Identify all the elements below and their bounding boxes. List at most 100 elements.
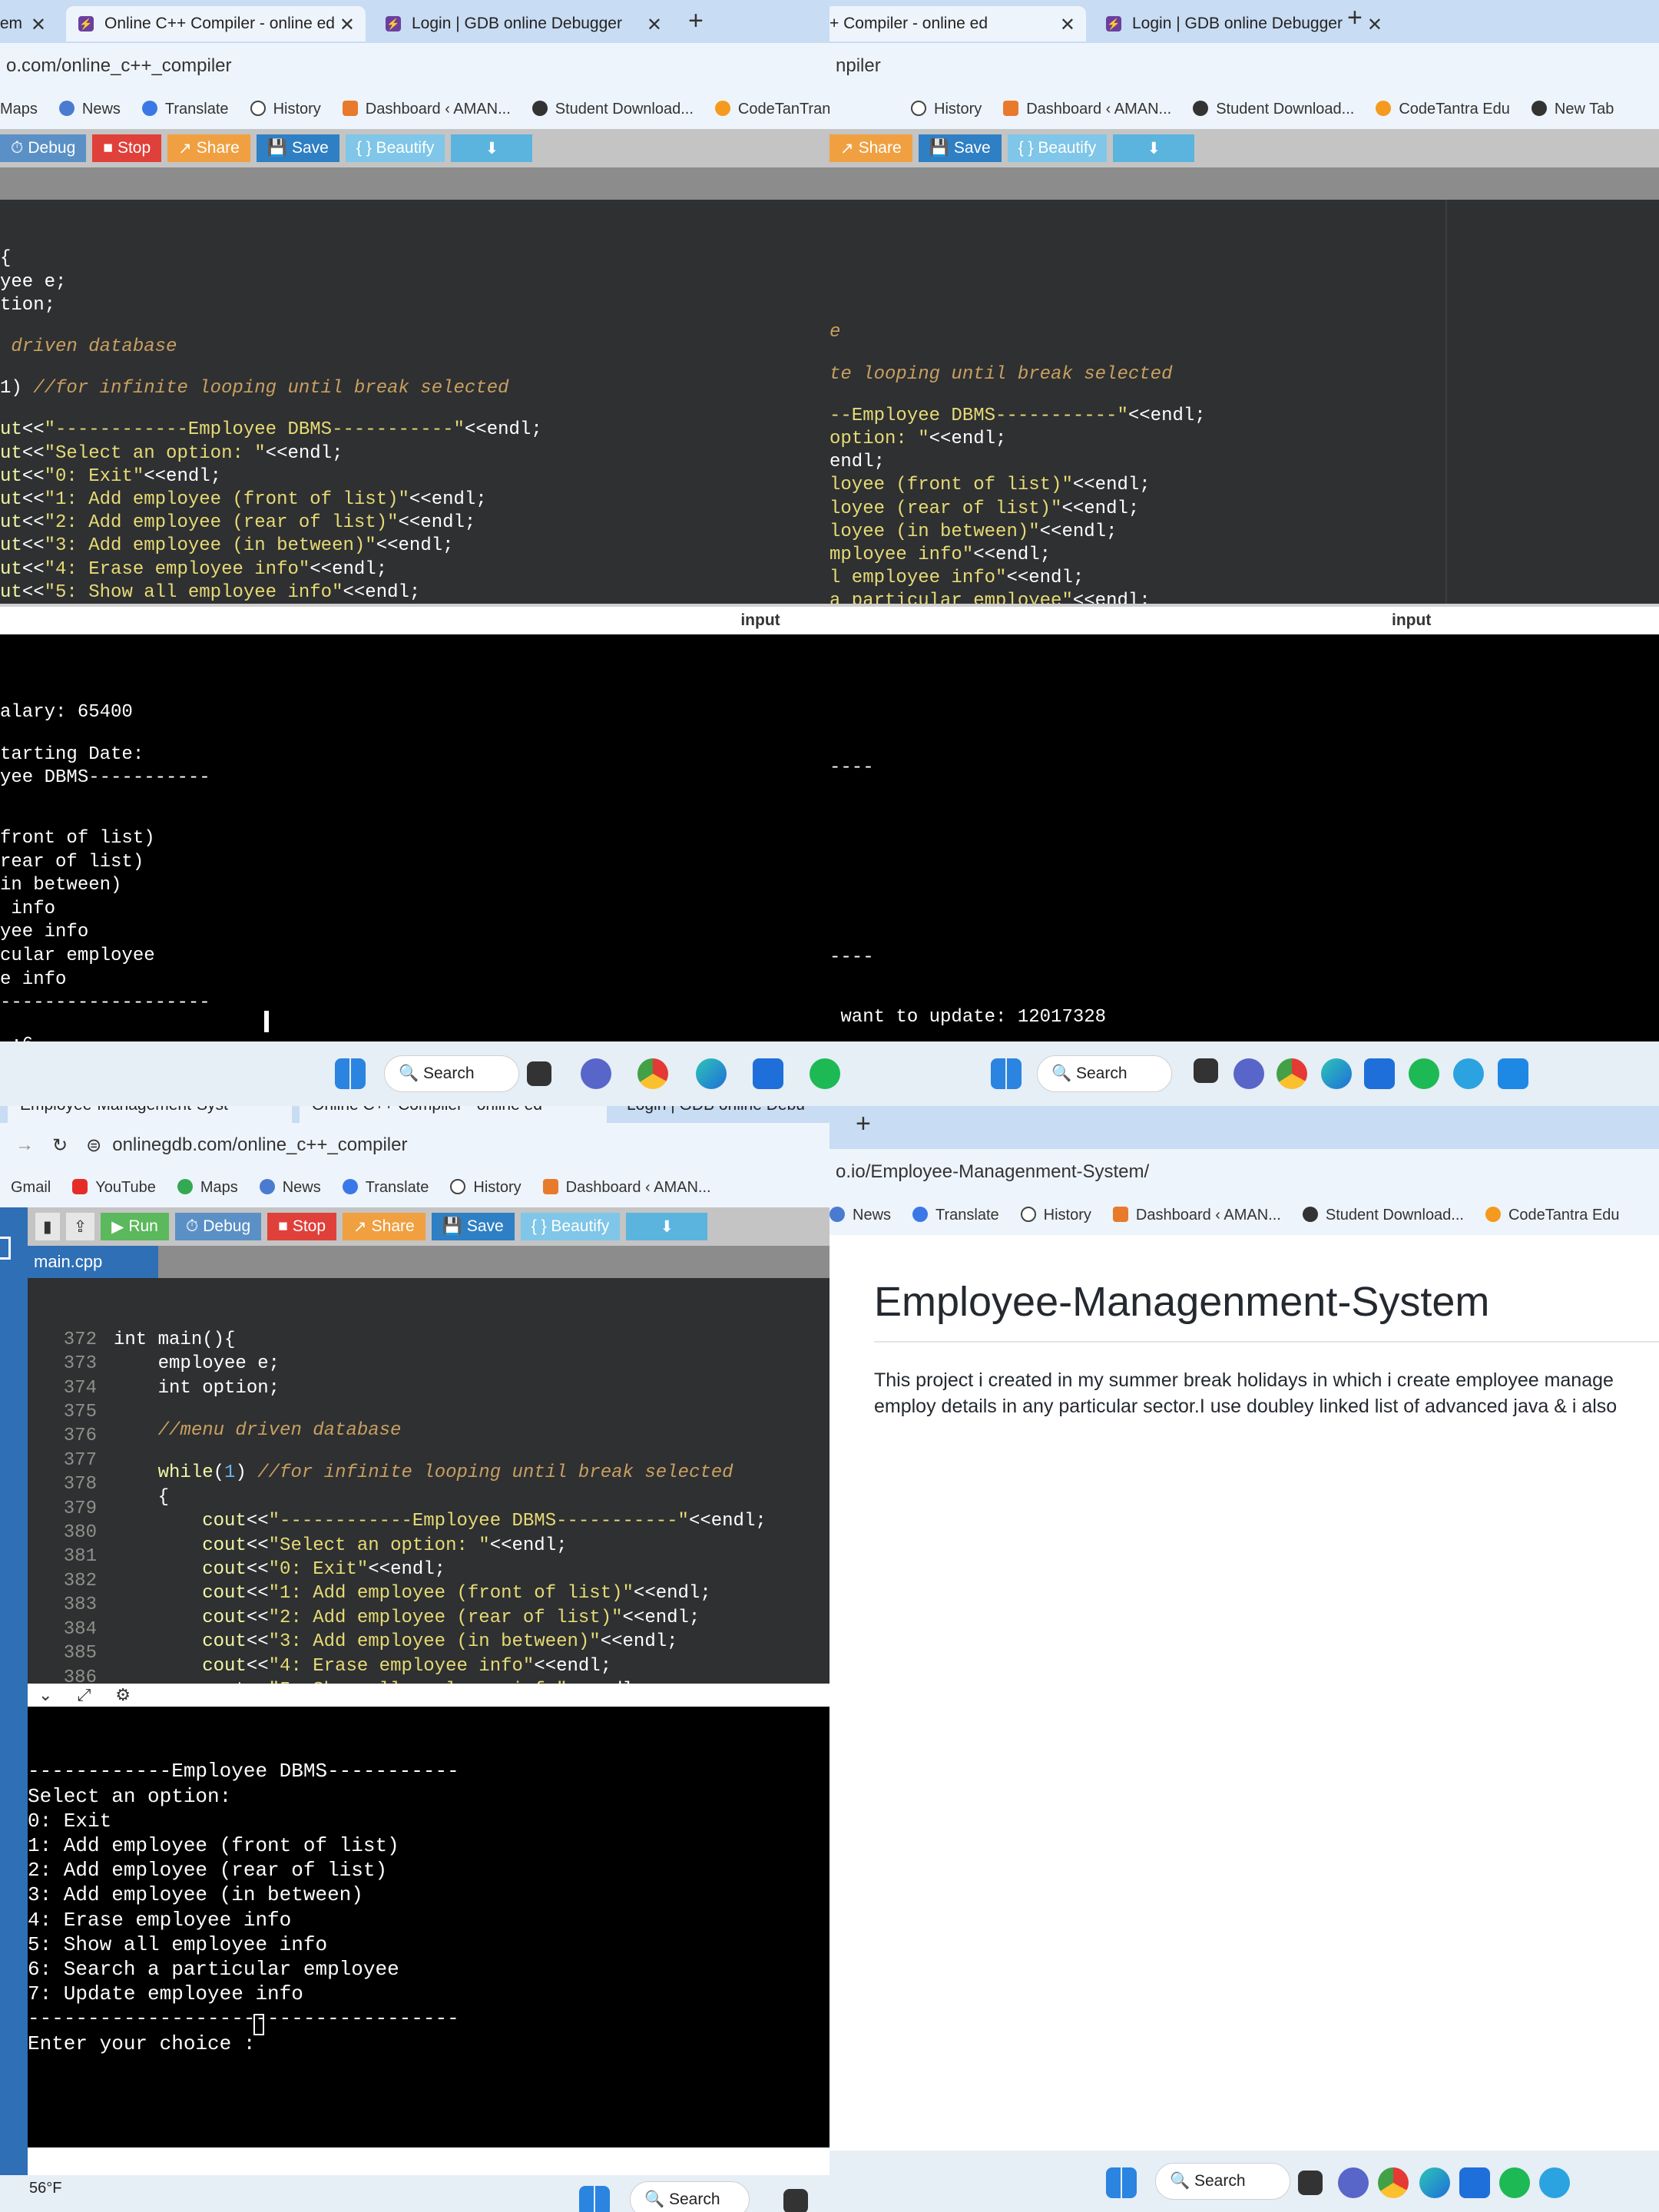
bookmark-history[interactable]: History — [1020, 1206, 1091, 1224]
telegram-icon[interactable] — [1453, 1058, 1484, 1089]
bookmark-history[interactable]: History — [450, 1178, 522, 1197]
bookmark-codetantra[interactable]: CodeTantra Edu — [1376, 100, 1510, 118]
back-arrow-icon[interactable]: → — [15, 1134, 34, 1156]
tab-gdb-login[interactable]: ⚡ Login | GDB online Debugger ✕ — [373, 6, 673, 41]
tab-online-compiler[interactable]: + Compiler - online ed ✕ — [830, 6, 1086, 41]
download-button[interactable]: ⬇ — [1113, 134, 1195, 162]
bookmark-news[interactable]: News — [259, 1178, 321, 1197]
bookmark-news[interactable]: News — [830, 1206, 891, 1224]
collapse-icon[interactable]: ⌄ — [38, 1685, 52, 1704]
spotify-icon[interactable] — [1499, 2167, 1530, 2198]
save-button[interactable]: 💾 Save — [256, 134, 339, 162]
bookmark-codetantra[interactable]: CodeTanTranslate — [714, 100, 830, 118]
code-editor[interactable]: e te looping until break selected --Employ… — [830, 200, 1659, 611]
close-icon[interactable]: ✕ — [1060, 14, 1075, 36]
taskbar-search[interactable]: 🔍 Search — [1037, 1055, 1172, 1092]
windows-start-icon[interactable] — [579, 2186, 610, 2212]
debug-button[interactable]: ⏱ Debug — [0, 134, 87, 162]
terminal-output[interactable]: ---- ---- want to update: 12017328 — [830, 634, 1659, 1041]
windows-start-icon[interactable] — [991, 1058, 1022, 1089]
expand-icon[interactable]: ⤢ — [78, 1685, 91, 1704]
sidebar-toggle-icon[interactable] — [0, 1237, 11, 1260]
share-button[interactable]: ↗ Share — [830, 134, 912, 162]
run-button[interactable]: ▶ Run — [101, 1213, 169, 1240]
bookmark-translate[interactable]: Translate — [342, 1178, 429, 1197]
close-icon[interactable]: ✕ — [1367, 14, 1382, 36]
windows-start-icon[interactable] — [335, 1058, 366, 1089]
code-editor[interactable]: {yee e; tion; driven database 1) //for inf… — [0, 200, 830, 626]
vscode-icon[interactable] — [1498, 1058, 1528, 1089]
edge-icon[interactable] — [1419, 2167, 1450, 2198]
save-button[interactable]: 💾 Save — [431, 1213, 515, 1240]
bookmark-history[interactable]: History — [911, 100, 982, 118]
bookmark-dashboard[interactable]: Dashboard ‹ AMAN... — [1003, 100, 1171, 118]
taskbar-search[interactable]: 🔍 Search — [630, 2181, 750, 2212]
chrome-icon[interactable] — [1277, 1058, 1307, 1089]
tab-online-compiler[interactable]: Online C++ Compiler - online ed — [300, 1106, 607, 1123]
bookmark-youtube[interactable]: YouTube — [72, 1178, 156, 1197]
tab-employee-system[interactable]: tem✕ — [0, 6, 57, 41]
bookmark-dashboard[interactable]: Dashboard ‹ AMAN... — [342, 100, 511, 118]
mail-icon[interactable] — [753, 1058, 783, 1089]
chrome-icon[interactable] — [637, 1058, 668, 1089]
windows-start-icon[interactable] — [1106, 2167, 1137, 2198]
site-info-icon[interactable]: ⊜ — [86, 1134, 101, 1157]
save-button[interactable]: 💾 Save — [918, 134, 1002, 162]
chat-icon[interactable] — [581, 1058, 611, 1089]
task-view-icon[interactable] — [527, 1061, 551, 1086]
close-icon[interactable]: ✕ — [647, 14, 662, 36]
bookmark-student-download[interactable]: Student Download... — [1302, 1206, 1464, 1224]
new-tab-plus-icon[interactable]: + — [1347, 3, 1363, 33]
reload-icon[interactable]: ↻ — [52, 1134, 68, 1157]
bookmark-dashboard[interactable]: Dashboard ‹ AMAN... — [542, 1178, 711, 1197]
address-bar[interactable]: npiler — [830, 43, 1659, 89]
upload-icon[interactable]: ⇪ — [65, 1213, 95, 1240]
tab-online-compiler[interactable]: ⚡ Online C++ Compiler - online ed ✕ — [66, 6, 366, 41]
spotify-icon[interactable] — [1409, 1058, 1439, 1089]
code-editor[interactable]: int main(){ employee e; int option; //me… — [104, 1278, 830, 1725]
bookmark-new-tab[interactable]: New Tab — [1531, 100, 1614, 118]
bookmark-maps[interactable]: Maps — [177, 1178, 238, 1197]
taskbar-search[interactable]: 🔍 Search — [1155, 2163, 1290, 2200]
edge-icon[interactable] — [696, 1058, 727, 1089]
tab-employee-system[interactable]: Employee-Management-Syst — [8, 1106, 292, 1123]
file-tab-main-cpp[interactable]: main.cpp — [28, 1246, 158, 1278]
chrome-icon[interactable] — [1378, 2167, 1409, 2198]
chat-icon[interactable] — [1233, 1058, 1264, 1089]
taskbar-search[interactable]: 🔍 Search — [384, 1055, 519, 1092]
bookmark-history[interactable]: History — [250, 100, 321, 118]
terminal-output[interactable]: ------------Employee DBMS----------- Sele… — [28, 1707, 830, 2147]
bookmark-translate[interactable]: Translate — [912, 1206, 999, 1224]
beautify-button[interactable]: { } Beautify — [1007, 134, 1108, 162]
tab-gdb-login[interactable]: Login | GDB online Debu — [614, 1106, 830, 1123]
bookmark-maps[interactable]: Maps — [0, 101, 38, 118]
stop-button[interactable]: ■ Stop — [92, 134, 162, 162]
terminal-output[interactable]: alary: 65400 tarting Date: yee DBMS-------… — [0, 634, 830, 1041]
task-view-icon[interactable] — [783, 2189, 808, 2212]
beautify-button[interactable]: { } Beautify — [520, 1213, 621, 1240]
debug-button[interactable]: ⏱ Debug — [174, 1213, 262, 1240]
mail-icon[interactable] — [1364, 1058, 1395, 1089]
address-bar[interactable]: o.io/Employee-Managenment-System/ — [830, 1149, 1659, 1195]
bookmark-student-download[interactable]: Student Download... — [531, 100, 694, 118]
new-file-icon[interactable]: ▮ — [35, 1213, 60, 1240]
task-view-icon[interactable] — [1298, 2171, 1323, 2195]
share-button[interactable]: ↗ Share — [167, 134, 250, 162]
download-button[interactable]: ⬇ — [451, 134, 533, 162]
close-icon[interactable]: ✕ — [31, 14, 46, 36]
new-tab-plus-icon[interactable]: + — [688, 6, 704, 36]
bookmark-student-download[interactable]: Student Download... — [1193, 100, 1354, 118]
stop-button[interactable]: ■ Stop — [267, 1213, 337, 1240]
bookmark-news[interactable]: News — [58, 100, 121, 118]
task-view-icon[interactable] — [1194, 1058, 1218, 1083]
settings-icon[interactable]: ⚙ — [115, 1685, 131, 1704]
address-bar[interactable]: o.com/online_c++_compiler — [0, 43, 830, 89]
share-button[interactable]: ↗ Share — [343, 1213, 426, 1240]
weather-widget[interactable]: 56°F — [29, 2180, 61, 2197]
download-button[interactable]: ⬇ — [626, 1213, 708, 1240]
chat-icon[interactable] — [1338, 2167, 1369, 2198]
address-bar[interactable]: → ↻ ⊜ onlinegdb.com/online_c++_compiler — [0, 1123, 830, 1167]
spotify-icon[interactable] — [810, 1058, 840, 1089]
telegram-icon[interactable] — [1539, 2167, 1570, 2198]
bookmark-dashboard[interactable]: Dashboard ‹ AMAN... — [1112, 1206, 1281, 1224]
